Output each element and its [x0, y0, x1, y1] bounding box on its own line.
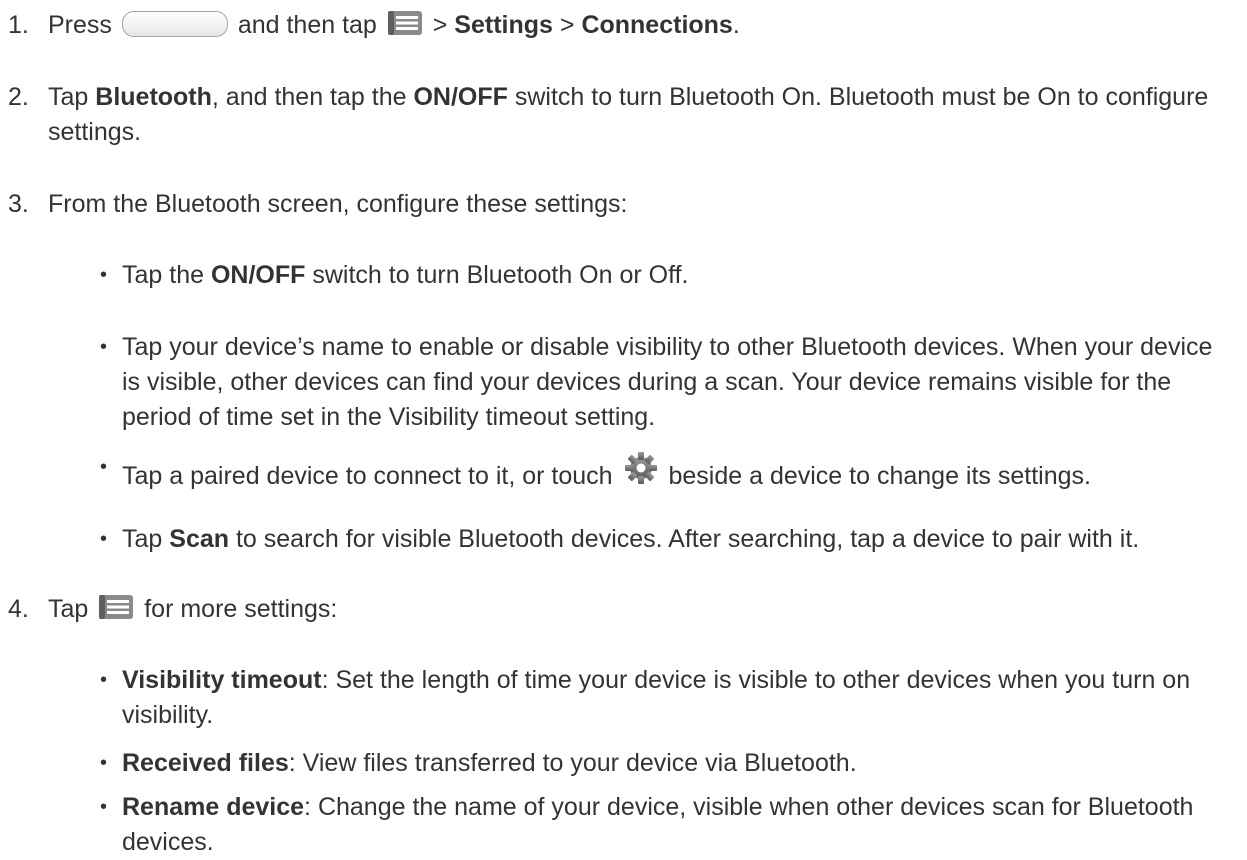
scan-label: Scan — [169, 525, 230, 553]
onoff-label: ON/OFF — [413, 83, 508, 111]
breadcrumb-separator: > — [559, 11, 575, 39]
bullet-item: • Rename device: Change the name of your… — [100, 790, 1227, 860]
bullet-dot: • — [100, 336, 108, 358]
bullet-item: • Tap a paired device to connect to it, … — [100, 450, 1227, 494]
step-text-segment: , and then tap the — [211, 83, 407, 111]
bullet-text-segment: to search for visible Bluetooth devices.… — [235, 525, 1140, 553]
bullet-text-segment: beside a device to change its settings. — [668, 462, 1091, 490]
breadcrumb-separator: > — [432, 11, 448, 39]
bullet-item: • Tap the ON/OFF switch to turn Bluetoot… — [100, 258, 1227, 293]
step-text: Tap for more settings: — [48, 592, 1227, 627]
bullet-dot: • — [100, 264, 108, 286]
bullet-item: • Tap Scan to search for visible Bluetoo… — [100, 522, 1227, 557]
bullet-text: Rename device: Change the name of your d… — [122, 790, 1227, 860]
step-number: 1. — [8, 11, 29, 39]
bullet-text-segment: Tap the — [122, 261, 205, 289]
onoff-label: ON/OFF — [210, 261, 306, 289]
period: . — [732, 11, 740, 39]
bullet-text-segment: Tap — [122, 525, 163, 553]
bullet-dot: • — [100, 669, 108, 691]
step-4: 4. Tap for more settings: — [8, 592, 1227, 627]
bullet-text: Received files: View files transferred t… — [122, 746, 1227, 781]
visibility-timeout-label: Visibility timeout — [122, 666, 322, 694]
step-number: 4. — [8, 595, 29, 623]
bullet-dot: • — [100, 456, 108, 478]
bullet-dot: • — [100, 796, 108, 818]
bullet-text: Visibility timeout: Set the length of ti… — [122, 663, 1227, 733]
step-number: 3. — [8, 190, 29, 218]
menu-key-icon — [99, 595, 134, 619]
bullet-item: • Tap your device’s name to enable or di… — [100, 330, 1227, 435]
step-1: 1. Press and then tap > Settings > Conne… — [8, 8, 1227, 43]
rename-device-label: Rename device — [122, 793, 305, 821]
step-text-segment: for more settings: — [144, 595, 338, 623]
bullet-dot: • — [100, 528, 108, 550]
bullet-text: Tap Scan to search for visible Bluetooth… — [122, 522, 1227, 557]
step-2: 2. Tap Bluetooth, and then tap the ON/OF… — [8, 80, 1227, 150]
bullet-dot: • — [100, 752, 108, 774]
step-text: Tap Bluetooth, and then tap the ON/OFF s… — [48, 80, 1227, 150]
step-text: Press and then tap > Settings > Connecti… — [48, 8, 1227, 43]
received-files-label: Received files — [122, 749, 289, 777]
step-text-segment: Press — [48, 11, 112, 39]
bullet-text: Tap a paired device to connect to it, or… — [122, 450, 1227, 494]
bluetooth-label: Bluetooth — [95, 83, 212, 111]
step-text-segment: Tap — [48, 83, 89, 111]
home-button-icon — [121, 11, 228, 37]
bullet-item: • Visibility timeout: Set the length of … — [100, 663, 1227, 733]
settings-label: Settings — [454, 11, 553, 39]
instructions-document: 1. Press and then tap > Settings > Conne… — [0, 0, 1247, 856]
bullet-text-segment: switch to turn Bluetooth On or Off. — [312, 261, 689, 289]
step-text-segment: and then tap — [237, 11, 377, 39]
bullet-text: Tap the ON/OFF switch to turn Bluetooth … — [122, 258, 1227, 293]
bullet-text-segment: : View files transferred to your device … — [288, 749, 857, 777]
bullet-text: Tap your device’s name to enable or disa… — [122, 333, 1213, 431]
gear-icon — [624, 452, 657, 484]
bullet-text-segment: Tap a paired device to connect to it, or… — [122, 462, 613, 490]
step-number: 2. — [8, 83, 29, 111]
connections-label: Connections — [581, 11, 733, 39]
bullet-item: • Received files: View files transferred… — [100, 746, 1227, 781]
step-text-segment: Tap — [48, 595, 89, 623]
step-text: From the Bluetooth screen, configure the… — [48, 190, 628, 218]
menu-key-icon — [387, 11, 422, 35]
step-3: 3. From the Bluetooth screen, configure … — [8, 187, 1227, 222]
